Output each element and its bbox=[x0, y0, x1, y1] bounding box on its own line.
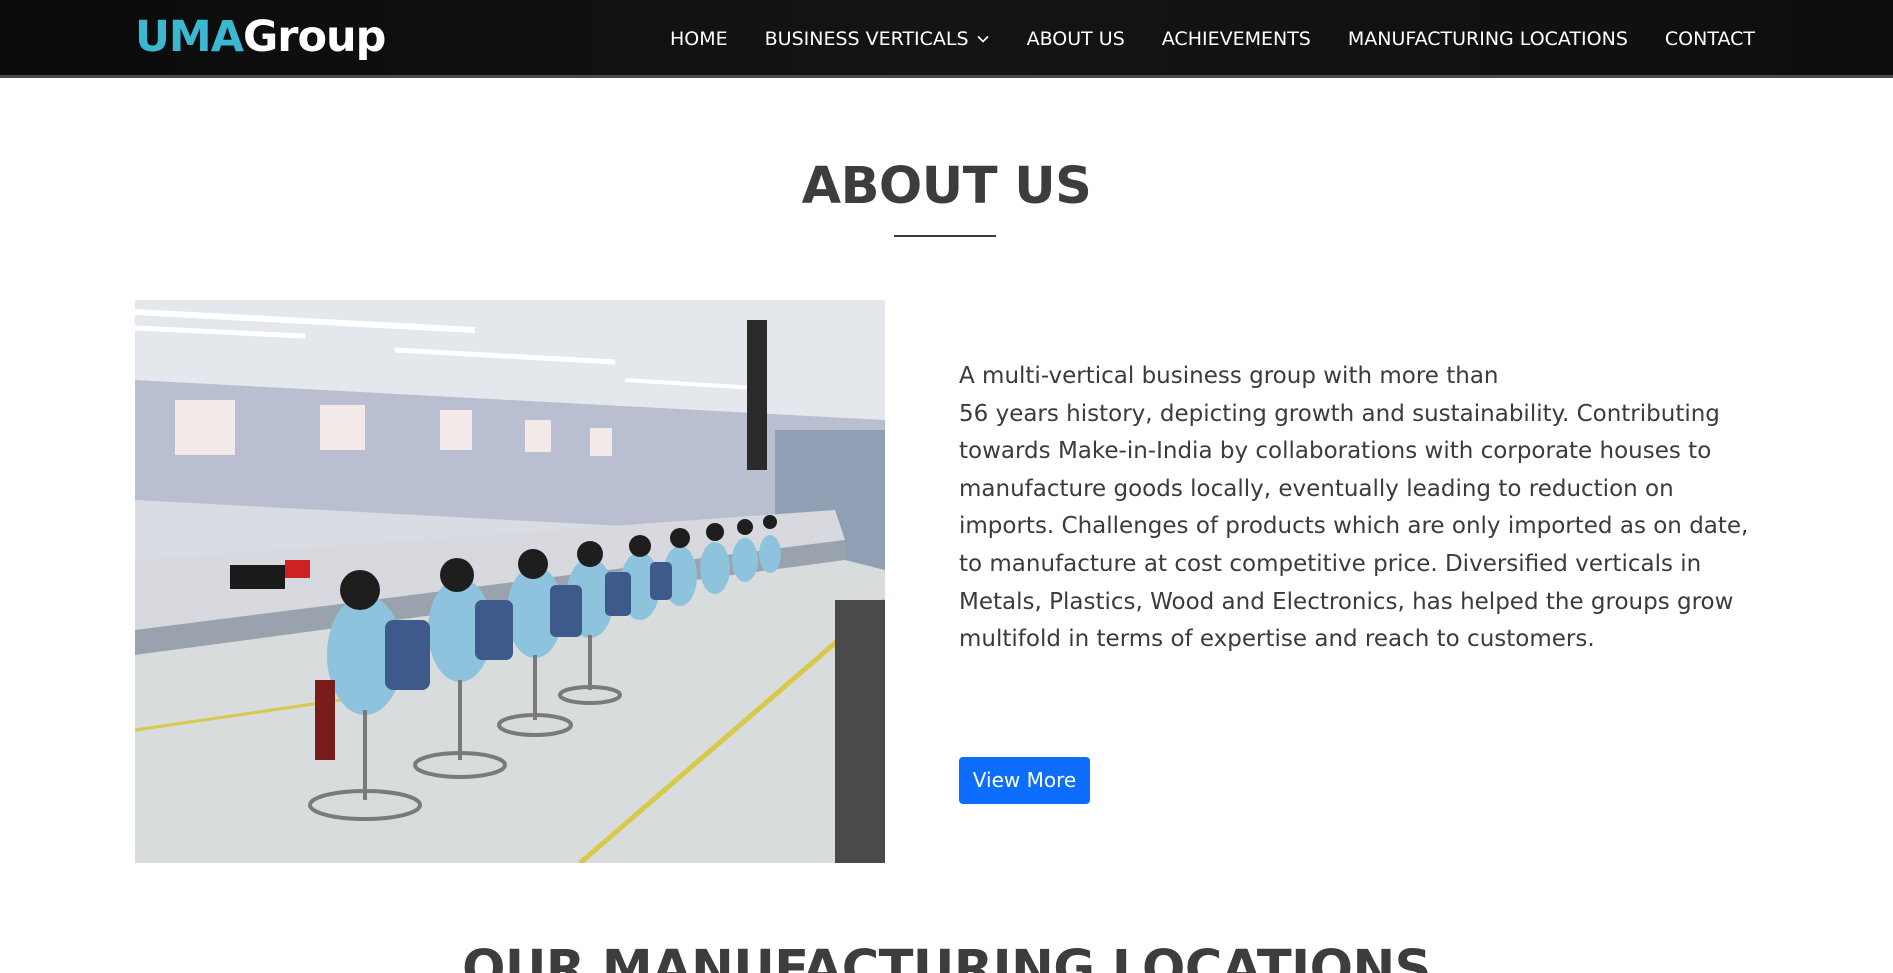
site-logo[interactable]: UMAGroup bbox=[135, 11, 386, 63]
view-more-button[interactable]: View More bbox=[959, 757, 1090, 804]
chevron-down-icon bbox=[976, 32, 990, 46]
nav-business-verticals-label: BUSINESS VERTICALS bbox=[764, 28, 969, 50]
nav-about-us[interactable]: ABOUT US bbox=[1027, 27, 1125, 51]
about-description: A multi-vertical business group with mor… bbox=[959, 358, 1759, 659]
nav-manufacturing-locations[interactable]: MANUFACTURING LOCATIONS bbox=[1348, 27, 1628, 51]
logo-uma: UMA bbox=[135, 12, 244, 62]
site-header: UMAGroup HOME BUSINESS VERTICALS ABOUT U… bbox=[0, 0, 1893, 78]
nav-business-verticals[interactable]: BUSINESS VERTICALS bbox=[765, 27, 990, 51]
about-title: ABOUT US bbox=[801, 157, 1092, 216]
about-intro-line: A multi-vertical business group with mor… bbox=[959, 363, 1499, 389]
manufacturing-locations-title: OUR MANUFACTURING LOCATIONS bbox=[462, 940, 1431, 973]
nav-contact[interactable]: CONTACT bbox=[1665, 27, 1755, 51]
nav-achievements[interactable]: ACHIEVEMENTS bbox=[1162, 27, 1311, 51]
about-body: 56 years history, depicting growth and s… bbox=[959, 400, 1749, 653]
title-divider bbox=[894, 235, 996, 237]
main-nav: HOME BUSINESS VERTICALS ABOUT US ACHIEVE… bbox=[633, 0, 1755, 78]
factory-photo bbox=[135, 300, 885, 863]
logo-group: Group bbox=[243, 12, 386, 62]
nav-home[interactable]: HOME bbox=[670, 27, 728, 51]
